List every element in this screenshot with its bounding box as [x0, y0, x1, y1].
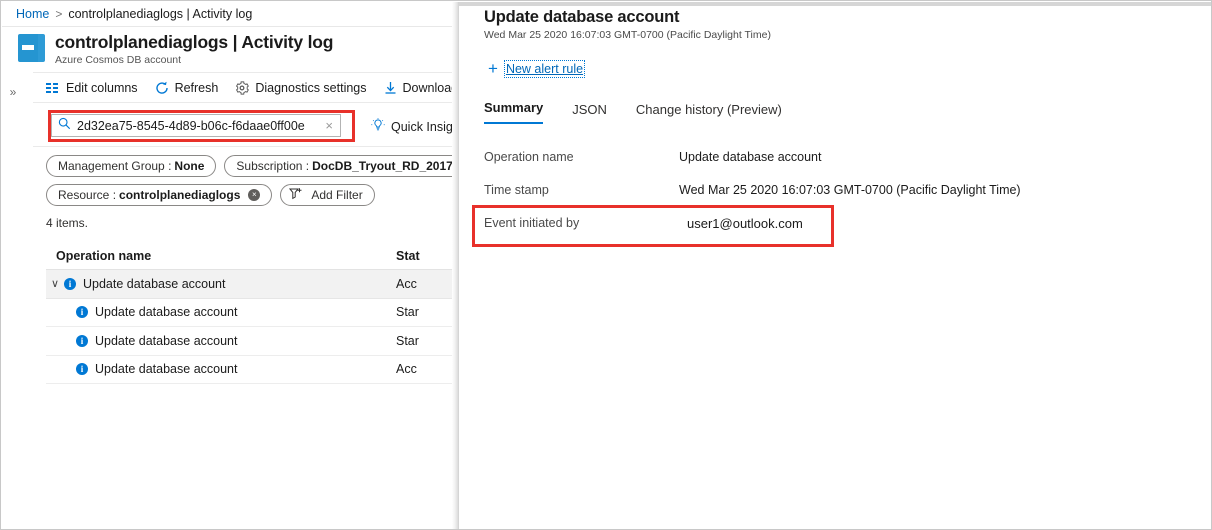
column-header-operation-name[interactable]: Operation name	[46, 249, 396, 263]
quick-insights-label: Quick Insights	[391, 120, 452, 134]
table-row[interactable]: i Update database account Star	[46, 299, 452, 328]
edit-columns-label: Edit columns	[66, 81, 138, 95]
activity-log-blade: Home > controlplanediaglogs | Activity l…	[2, 2, 452, 530]
info-icon: i	[64, 278, 76, 290]
plus-icon: +	[488, 60, 498, 77]
row-status: Star	[396, 334, 452, 348]
expand-row-chevron-icon[interactable]: ∨	[46, 277, 64, 290]
diagnostics-settings-label: Diagnostics settings	[255, 81, 366, 95]
download-icon	[384, 81, 397, 95]
event-detail-blade: Update database account Wed Mar 25 2020 …	[459, 2, 1212, 530]
lightbulb-icon	[371, 118, 385, 135]
row-status: Star	[396, 305, 452, 319]
summary-field-list: Operation name Update database account T…	[484, 148, 1184, 247]
detail-title: Update database account	[484, 8, 679, 27]
add-filter-icon	[289, 187, 305, 204]
screenshot-root: Home > controlplanediaglogs | Activity l…	[0, 0, 1212, 530]
filter-pill-subscription[interactable]: Subscription : DocDB_Tryout_RD_201704	[224, 155, 452, 177]
filter-pill-resource[interactable]: Resource : controlplanediaglogs ×	[46, 184, 272, 206]
filter-row-2: Resource : controlplanediaglogs × Add Fi…	[46, 184, 452, 206]
filter-pill-management-group[interactable]: Management Group : None	[46, 155, 216, 177]
field-label: Time stamp	[484, 181, 679, 197]
expand-sidebar-chevron-icon[interactable]: »	[6, 84, 20, 100]
field-value: Update database account	[679, 148, 821, 164]
filter-pills: Management Group : None Subscription : D…	[33, 148, 452, 213]
download-as-csv-label: Download as C	[403, 81, 452, 95]
tab-json[interactable]: JSON	[572, 102, 607, 124]
filter-label-resource: Resource :	[58, 188, 116, 202]
field-value: Wed Mar 25 2020 16:07:03 GMT-0700 (Pacif…	[679, 181, 1021, 197]
breadcrumb: Home > controlplanediaglogs | Activity l…	[2, 2, 452, 27]
quick-insights-button[interactable]: Quick Insights	[371, 118, 452, 135]
row-operation-name: Update database account	[95, 362, 237, 376]
filter-value-resource: controlplanediaglogs	[119, 188, 240, 202]
breadcrumb-current: controlplanediaglogs | Activity log	[68, 7, 252, 21]
field-label: Operation name	[484, 148, 679, 164]
filter-value-management-group: None	[174, 159, 204, 173]
info-icon: i	[76, 335, 88, 347]
blade-title-block: controlplanediaglogs | Activity log Azur…	[2, 27, 452, 70]
field-label: Event initiated by	[484, 214, 679, 230]
remove-filter-icon[interactable]: ×	[248, 189, 260, 201]
blade-divider	[452, 2, 459, 530]
edit-columns-button[interactable]: Edit columns	[46, 81, 138, 95]
diagnostics-settings-button[interactable]: Diagnostics settings	[235, 81, 366, 95]
row-status: Acc	[396, 362, 452, 376]
field-operation-name: Operation name Update database account	[484, 148, 1184, 181]
detail-subtitle: Wed Mar 25 2020 16:07:03 GMT-0700 (Pacif…	[484, 29, 771, 41]
new-alert-rule-label: New alert rule	[505, 61, 584, 77]
field-value: user1@outlook.com	[679, 214, 803, 231]
search-row: 2d32ea75-8545-4d89-b06c-f6daae0ff00e × Q…	[33, 103, 452, 147]
activity-log-table: Operation name Stat ∨ i Update database …	[46, 242, 452, 384]
row-operation-name: Update database account	[95, 334, 237, 348]
field-time-stamp: Time stamp Wed Mar 25 2020 16:07:03 GMT-…	[484, 181, 1184, 214]
row-operation-name: Update database account	[83, 277, 225, 291]
search-icon	[58, 117, 71, 135]
blade-top-bar	[459, 2, 1212, 6]
detail-tabs: Summary JSON Change history (Preview)	[484, 100, 811, 124]
tab-summary[interactable]: Summary	[484, 100, 543, 124]
breadcrumb-separator: >	[55, 7, 62, 21]
filter-row-1: Management Group : None Subscription : D…	[46, 155, 452, 177]
clear-search-icon[interactable]: ×	[322, 119, 336, 132]
download-as-csv-button[interactable]: Download as C	[384, 81, 452, 95]
filter-label-subscription: Subscription :	[236, 159, 309, 173]
add-filter-button[interactable]: Add Filter	[280, 184, 374, 206]
column-header-status[interactable]: Stat	[396, 249, 452, 263]
row-status: Acc	[396, 277, 452, 291]
filter-value-subscription: DocDB_Tryout_RD_201704	[312, 159, 452, 173]
refresh-button[interactable]: Refresh	[155, 81, 219, 95]
breadcrumb-home-link[interactable]: Home	[16, 7, 49, 21]
table-header-row: Operation name Stat	[46, 242, 452, 270]
cosmos-db-icon	[18, 34, 46, 62]
items-count: 4 items.	[46, 216, 88, 230]
row-operation-name: Update database account	[95, 305, 237, 319]
add-filter-label: Add Filter	[311, 188, 362, 202]
new-alert-rule-button[interactable]: + New alert rule	[488, 60, 584, 77]
search-input-value: 2d32ea75-8545-4d89-b06c-f6daae0ff00e	[77, 119, 322, 133]
table-row[interactable]: i Update database account Acc	[46, 356, 452, 385]
table-row[interactable]: i Update database account Star	[46, 327, 452, 356]
refresh-icon	[155, 81, 169, 95]
page-subtitle: Azure Cosmos DB account	[55, 54, 333, 67]
filter-label-management-group: Management Group :	[58, 159, 171, 173]
tab-change-history[interactable]: Change history (Preview)	[636, 102, 782, 124]
info-icon: i	[76, 363, 88, 375]
page-title: controlplanediaglogs | Activity log	[55, 32, 333, 53]
columns-icon	[46, 82, 60, 94]
command-bar: Edit columns Refresh D	[33, 72, 452, 103]
info-icon: i	[76, 306, 88, 318]
search-input[interactable]: 2d32ea75-8545-4d89-b06c-f6daae0ff00e ×	[51, 114, 341, 137]
gear-icon	[235, 81, 249, 95]
refresh-label: Refresh	[175, 81, 219, 95]
field-event-initiated-by: Event initiated by user1@outlook.com	[484, 214, 1184, 247]
table-row[interactable]: ∨ i Update database account Acc	[46, 270, 452, 299]
